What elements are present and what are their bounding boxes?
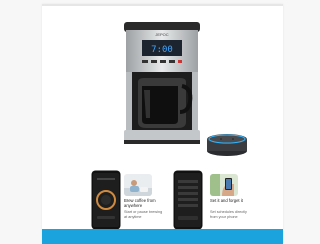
product-card: JEPOC 7:00 Brew coffee from anywhere Sta… bbox=[42, 4, 283, 244]
lifestyle-photo-hand-phone bbox=[210, 174, 238, 196]
brand-logo: JEPOC bbox=[155, 32, 168, 37]
accent-bar bbox=[42, 229, 283, 244]
feature-title: Brew coffee from anywhere bbox=[124, 198, 156, 208]
display-time: 7:00 bbox=[151, 45, 173, 55]
phone-app-brew-screen bbox=[91, 170, 121, 230]
control-button bbox=[160, 60, 166, 63]
control-button bbox=[169, 60, 175, 63]
feature-title: Set it and forget it bbox=[210, 198, 243, 203]
power-button bbox=[178, 60, 182, 63]
control-button bbox=[151, 60, 157, 63]
control-button bbox=[142, 60, 148, 63]
smart-speaker-icon bbox=[207, 134, 247, 156]
top-divider bbox=[42, 4, 283, 6]
phone-app-schedule-screen bbox=[173, 170, 203, 230]
feature-description: Start or pause brewing at anytime bbox=[124, 210, 163, 219]
coffee-maker-image: JEPOC 7:00 bbox=[124, 22, 200, 144]
feature-description: Set schedules directly from your phone bbox=[210, 210, 247, 219]
lifestyle-photo-couch bbox=[124, 174, 152, 196]
